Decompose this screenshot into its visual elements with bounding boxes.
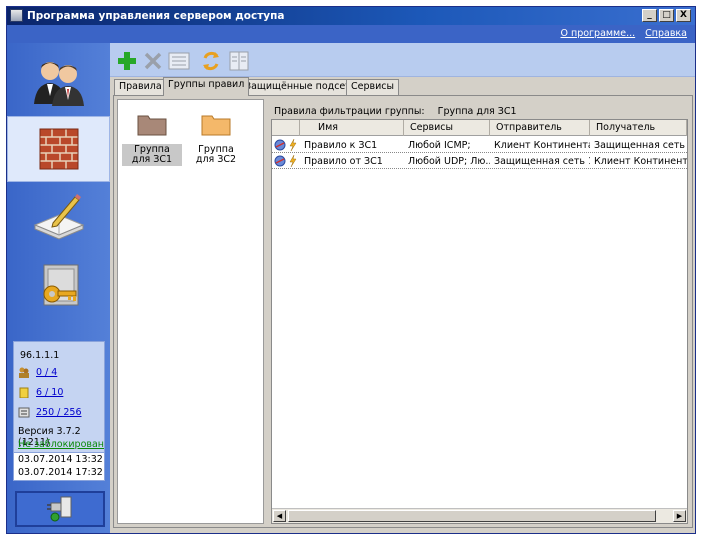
sidebar-item-users[interactable] xyxy=(7,49,110,115)
column-header-sender[interactable]: Отправитель xyxy=(490,120,590,136)
columns-icon xyxy=(229,51,249,71)
licenses-small-icon xyxy=(18,407,30,418)
columns-button[interactable] xyxy=(228,50,250,72)
dates-box: 03.07.2014 13:32 03.07.2014 17:32 xyxy=(14,452,104,480)
groups-panel: Группа для ЗС1 Группа для ЗС2 xyxy=(117,99,264,524)
column-header-icons xyxy=(272,120,300,136)
window-title: Программа управления сервером доступа xyxy=(27,10,285,22)
group-label: Группа для ЗС1 xyxy=(122,144,182,166)
toolbar xyxy=(110,43,695,77)
about-link[interactable]: О программе... xyxy=(561,28,636,39)
scroll-right-arrow-icon[interactable]: ▶ xyxy=(673,510,686,522)
sidebar-item-firewall[interactable] xyxy=(7,116,110,182)
date-server: 03.07.2014 17:32 xyxy=(18,467,103,478)
rule-receiver: Клиент Континента xyxy=(594,156,687,167)
rule-globe-icon xyxy=(274,155,286,167)
main-window: Программа управления сервером доступа _ … xyxy=(6,6,696,534)
group-label: Группа для ЗС2 xyxy=(195,144,237,165)
book-pen-icon xyxy=(33,194,84,240)
column-header-services[interactable]: Сервисы xyxy=(404,120,490,136)
users-small-icon xyxy=(19,367,29,378)
close-button[interactable]: X xyxy=(676,9,691,22)
lightning-icon xyxy=(289,139,297,151)
delete-icon xyxy=(144,52,162,70)
scroll-left-arrow-icon[interactable]: ◀ xyxy=(273,510,286,522)
rules-count-row: 6 / 10 xyxy=(18,387,63,398)
column-header-name[interactable]: Имя xyxy=(300,120,404,136)
status-panel: 96.1.1.1 0 / 4 6 / 10 250 / 256 Версия 3… xyxy=(13,341,105,481)
title-bar[interactable]: Программа управления сервером доступа _ … xyxy=(7,7,695,25)
table-header: Имя Сервисы Отправитель Получатель xyxy=(272,120,687,136)
help-link[interactable]: Справка xyxy=(645,28,687,39)
column-header-receiver[interactable]: Получатель xyxy=(590,120,687,136)
lightning-icon xyxy=(289,155,297,167)
tab-rules[interactable]: Правила xyxy=(114,79,167,95)
users-icon xyxy=(33,62,84,106)
refresh-button[interactable] xyxy=(200,50,222,72)
tab-rule-groups[interactable]: Группы правил xyxy=(163,77,250,96)
add-button[interactable] xyxy=(116,50,138,72)
tab-strip: Правила Группы правил Защищённые подсети… xyxy=(110,77,695,96)
maximize-button[interactable]: □ xyxy=(659,9,674,22)
row-icons xyxy=(272,138,300,152)
rule-name: Правило от ЗС1 xyxy=(304,156,383,167)
refresh-icon xyxy=(203,51,219,71)
rules-table: Имя Сервисы Отправитель Получатель Прави… xyxy=(271,119,688,524)
rule-services: Любой ICMP; xyxy=(408,140,471,151)
scroll-thumb[interactable] xyxy=(288,510,656,522)
date-local: 03.07.2014 13:32 xyxy=(18,454,103,465)
disconnect-plug-icon xyxy=(47,496,72,522)
menu-bar: О программе... Справка xyxy=(7,25,695,43)
group-item[interactable]: Группа для ЗС1 xyxy=(122,112,182,166)
rules-small-icon xyxy=(19,387,29,398)
window-controls: _ □ X xyxy=(642,9,691,22)
rule-services: Любой UDP; Лю... xyxy=(408,156,490,167)
tab-services[interactable]: Сервисы xyxy=(346,79,400,95)
server-ip: 96.1.1.1 xyxy=(20,350,60,361)
group-item[interactable]: Группа для ЗС2 xyxy=(186,112,246,166)
rule-name: Правило к ЗС1 xyxy=(304,140,378,151)
licenses-count-link[interactable]: 250 / 256 xyxy=(36,407,82,418)
row-icons xyxy=(272,154,300,168)
users-count-row: 0 / 4 xyxy=(18,367,57,378)
app-icon xyxy=(10,9,23,22)
sidebar-item-keys[interactable] xyxy=(7,253,110,319)
minimize-button[interactable]: _ xyxy=(642,9,657,22)
properties-button[interactable] xyxy=(168,50,190,72)
table-row[interactable]: Правило к ЗС1 Любой ICMP; Клиент Контине… xyxy=(272,138,687,153)
folder-icon xyxy=(137,115,167,136)
rule-sender: Защищенная сеть 1 xyxy=(494,156,590,167)
table-row[interactable]: Правило от ЗС1 Любой UDP; Лю... Защищенн… xyxy=(272,154,687,169)
rule-sender: Клиент Континента xyxy=(494,140,590,151)
folder-icon xyxy=(201,115,231,136)
licenses-count-row: 250 / 256 xyxy=(18,407,82,418)
sidebar-item-journal[interactable] xyxy=(7,183,110,249)
disconnect-button[interactable] xyxy=(15,491,105,527)
add-icon xyxy=(118,52,136,70)
tab-content: Группа для ЗС1 Группа для ЗС2 Правила фи… xyxy=(113,95,693,528)
safe-key-icon xyxy=(43,264,78,306)
rules-panel-title: Правила фильтрации группы: Группа для ЗС… xyxy=(274,106,517,117)
lock-status[interactable]: Не заблокирован xyxy=(18,439,104,450)
tab-protected-subnets[interactable]: Защищённые подсети xyxy=(240,79,362,95)
rule-receiver: Защищенная сеть 1 xyxy=(594,140,687,151)
properties-icon xyxy=(168,52,190,70)
rules-panel-group: Группа для ЗС1 xyxy=(437,106,517,117)
delete-button[interactable] xyxy=(142,50,164,72)
rules-count-link[interactable]: 6 / 10 xyxy=(36,387,63,398)
users-count-link[interactable]: 0 / 4 xyxy=(36,367,57,378)
horizontal-scrollbar[interactable]: ◀ ▶ xyxy=(272,508,687,523)
firewall-brick-icon xyxy=(39,128,78,170)
sidebar: 96.1.1.1 0 / 4 6 / 10 250 / 256 Версия 3… xyxy=(7,43,110,533)
rules-panel-caption: Правила фильтрации группы: xyxy=(274,106,425,117)
rule-globe-icon xyxy=(274,139,286,151)
